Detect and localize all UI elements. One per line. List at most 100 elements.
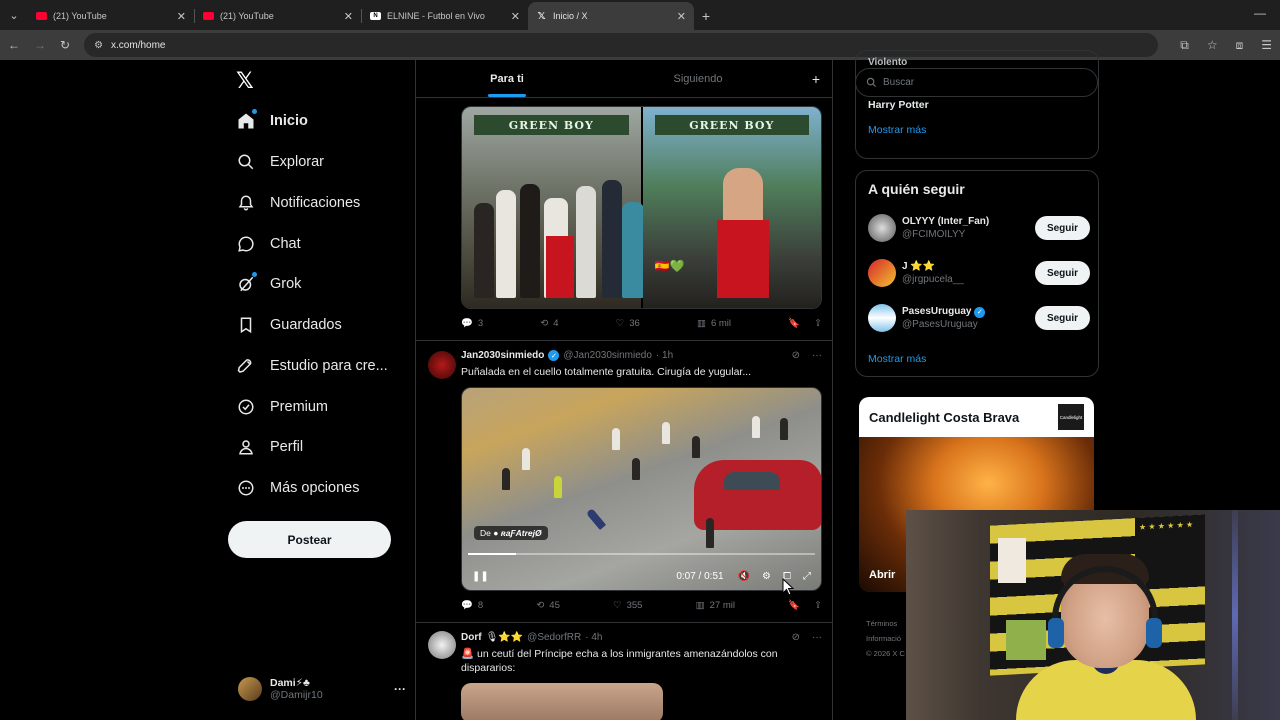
post-button[interactable]: Postear xyxy=(228,521,391,558)
grok-icon[interactable]: ⊘ xyxy=(792,632,800,643)
video-source-label[interactable]: De ● ʀaƑAtrejØ xyxy=(474,526,548,540)
nav-item-notifications[interactable]: Notificaciones xyxy=(236,193,360,213)
primary-navigation: 𝕏 Inicio Explorar Notificaciones Chat Gr… xyxy=(228,60,414,720)
forward-icon[interactable]: → xyxy=(34,38,46,52)
share-icon[interactable]: ⇪ xyxy=(814,600,822,611)
fullscreen-icon[interactable]: ⤢ xyxy=(803,571,811,582)
search-input[interactable]: Buscar xyxy=(855,68,1098,97)
nav-item-explore[interactable]: Explorar xyxy=(236,152,324,172)
bookmark-star-icon[interactable]: ☆ xyxy=(1207,38,1218,53)
nav-label: Notificaciones xyxy=(270,195,361,211)
follow-suggestion[interactable]: J ⭐⭐ @jrgpucela__ Seguir xyxy=(868,256,1090,290)
x-icon: 𝕏 xyxy=(537,10,546,22)
like-button[interactable]: ♡ 36 xyxy=(616,318,640,329)
repost-button[interactable]: ⟲ 4 xyxy=(540,318,558,329)
tab-search-button[interactable]: ⌄ xyxy=(0,0,28,30)
views-button[interactable]: ▥ 6 mil xyxy=(697,318,731,329)
follow-button[interactable]: Seguir xyxy=(1035,306,1090,330)
more-horizontal-icon[interactable]: ··· xyxy=(812,350,822,361)
post-author-handle[interactable]: @SedorfRR xyxy=(527,632,581,643)
bookmark-icon[interactable]: 🔖 xyxy=(788,318,800,329)
browser-tab-x-home[interactable]: 𝕏 Inicio / X ✕ xyxy=(528,2,694,30)
browser-tab-elnine[interactable]: N ELNINE - Futbol en Vivo ✕ xyxy=(362,2,528,30)
post-video-thumbnail[interactable] xyxy=(461,683,663,720)
avatar[interactable] xyxy=(428,631,456,659)
nav-item-grok[interactable]: Grok xyxy=(236,272,302,294)
add-tab-icon[interactable]: + xyxy=(798,60,832,97)
like-count: 355 xyxy=(626,600,643,611)
show-more-suggestions-link[interactable]: Mostrar más xyxy=(868,353,926,365)
post-time[interactable]: · 1h xyxy=(656,350,673,361)
post-author-name[interactable]: Dorf xyxy=(461,632,482,643)
video-progress-bar[interactable] xyxy=(468,553,815,555)
reload-icon[interactable]: ↻ xyxy=(60,38,70,52)
extensions-icon[interactable]: ⧈ xyxy=(1236,38,1244,53)
trend-item[interactable]: Harry Potter xyxy=(868,99,929,111)
reply-button[interactable]: 💬 8 xyxy=(461,600,483,611)
nav-item-chat[interactable]: Chat xyxy=(236,234,301,254)
nav-label: Premium xyxy=(270,399,329,415)
nav-item-profile[interactable]: Perfil xyxy=(236,437,303,457)
more-horizontal-icon[interactable]: ··· xyxy=(812,632,822,643)
repost-button[interactable]: ⟲ 45 xyxy=(536,600,560,611)
close-tab-icon[interactable]: ✕ xyxy=(511,10,520,23)
share-icon[interactable]: ⇪ xyxy=(814,318,822,329)
nav-label: Grok xyxy=(270,276,302,292)
tab-for-you[interactable]: Para ti xyxy=(416,60,598,97)
show-more-trends-link[interactable]: Mostrar más xyxy=(868,124,926,136)
trend-item[interactable]: Violento xyxy=(868,57,907,68)
close-tab-icon[interactable]: ✕ xyxy=(177,10,186,23)
reading-list-icon[interactable]: ☰ xyxy=(1261,38,1272,53)
settings-gear-icon[interactable]: ⚙ xyxy=(762,571,771,582)
tab-following[interactable]: Siguiendo xyxy=(598,60,798,97)
verified-badge-icon: ✓ xyxy=(548,350,560,361)
nav-item-more-options[interactable]: Más opciones xyxy=(236,478,359,498)
site-info-icon[interactable]: ⚙ xyxy=(94,40,103,51)
follow-suggestion[interactable]: PasesUruguay ✓ @PasesUruguay Seguir xyxy=(868,301,1090,335)
follow-suggestion[interactable]: OLYYY (Inter_Fan) @FCIMOILYY Seguir xyxy=(868,211,1090,245)
shirtless-man-photo xyxy=(653,168,812,298)
tab-title: Inicio / X xyxy=(553,11,588,21)
x-logo-icon[interactable]: 𝕏 xyxy=(236,68,254,94)
footer-link-info[interactable]: Informació xyxy=(866,631,905,646)
views-icon: ▥ xyxy=(695,600,705,611)
browser-tab-youtube-1[interactable]: (21) YouTube ✕ xyxy=(28,2,194,30)
youtube-icon xyxy=(36,12,47,20)
minimize-window-icon[interactable]: — xyxy=(1254,6,1266,20)
muted-icon[interactable]: 🔇 xyxy=(738,571,750,582)
account-switcher[interactable]: Dami⚡♣ @Damijr10 ··· xyxy=(238,672,406,706)
premium-icon xyxy=(236,397,256,417)
ad-open-button[interactable]: Abrir xyxy=(869,569,895,581)
video-player[interactable]: De ● ʀaƑAtrejØ ❚❚ 0:07 / 0:51 🔇 ⚙ ⧠ ⤢ xyxy=(461,387,822,591)
post-image-gallery[interactable]: GREEN BOY GREEN BOY 🇪🇸💚 xyxy=(461,106,822,309)
avatar xyxy=(868,304,896,332)
back-icon[interactable]: ← xyxy=(8,38,20,52)
new-tab-button[interactable]: + xyxy=(694,2,718,30)
bookmark-icon[interactable]: 🔖 xyxy=(788,600,800,611)
post-author-handle[interactable]: @Jan2030sinmiedo xyxy=(563,350,652,361)
footer-link-terms[interactable]: Términos xyxy=(866,616,905,631)
reply-button[interactable]: 💬 3 xyxy=(461,318,483,329)
views-button[interactable]: ▥ 27 mil xyxy=(696,600,735,611)
post-time[interactable]: · 4h xyxy=(585,632,602,643)
close-tab-icon[interactable]: ✕ xyxy=(344,10,353,23)
follow-button[interactable]: Seguir xyxy=(1035,216,1090,240)
post-text: 🚨 un ceutí del Príncipe echa a los inmig… xyxy=(461,648,778,674)
pause-icon[interactable]: ❚❚ xyxy=(472,571,489,582)
follow-button[interactable]: Seguir xyxy=(1035,261,1090,285)
post-image-1[interactable]: GREEN BOY xyxy=(462,107,644,308)
cast-icon[interactable]: ⧉ xyxy=(1180,38,1189,53)
avatar[interactable] xyxy=(428,351,456,379)
nav-item-bookmarks[interactable]: Guardados xyxy=(236,315,342,335)
nav-item-creator-studio[interactable]: Estudio para cre... xyxy=(236,356,388,376)
post-image-2[interactable]: GREEN BOY 🇪🇸💚 xyxy=(642,107,821,308)
post-author-name[interactable]: Jan2030sinmiedo xyxy=(461,350,544,361)
nav-item-home[interactable]: Inicio xyxy=(236,109,308,131)
nav-label: Explorar xyxy=(270,154,324,170)
close-tab-icon[interactable]: ✕ xyxy=(677,10,686,23)
like-button[interactable]: ♡ 355 xyxy=(613,600,642,611)
more-horizontal-icon[interactable]: ··· xyxy=(394,682,406,696)
browser-tab-youtube-2[interactable]: (21) YouTube ✕ xyxy=(195,2,361,30)
nav-item-premium[interactable]: Premium xyxy=(236,397,328,417)
grok-icon[interactable]: ⊘ xyxy=(792,350,800,361)
